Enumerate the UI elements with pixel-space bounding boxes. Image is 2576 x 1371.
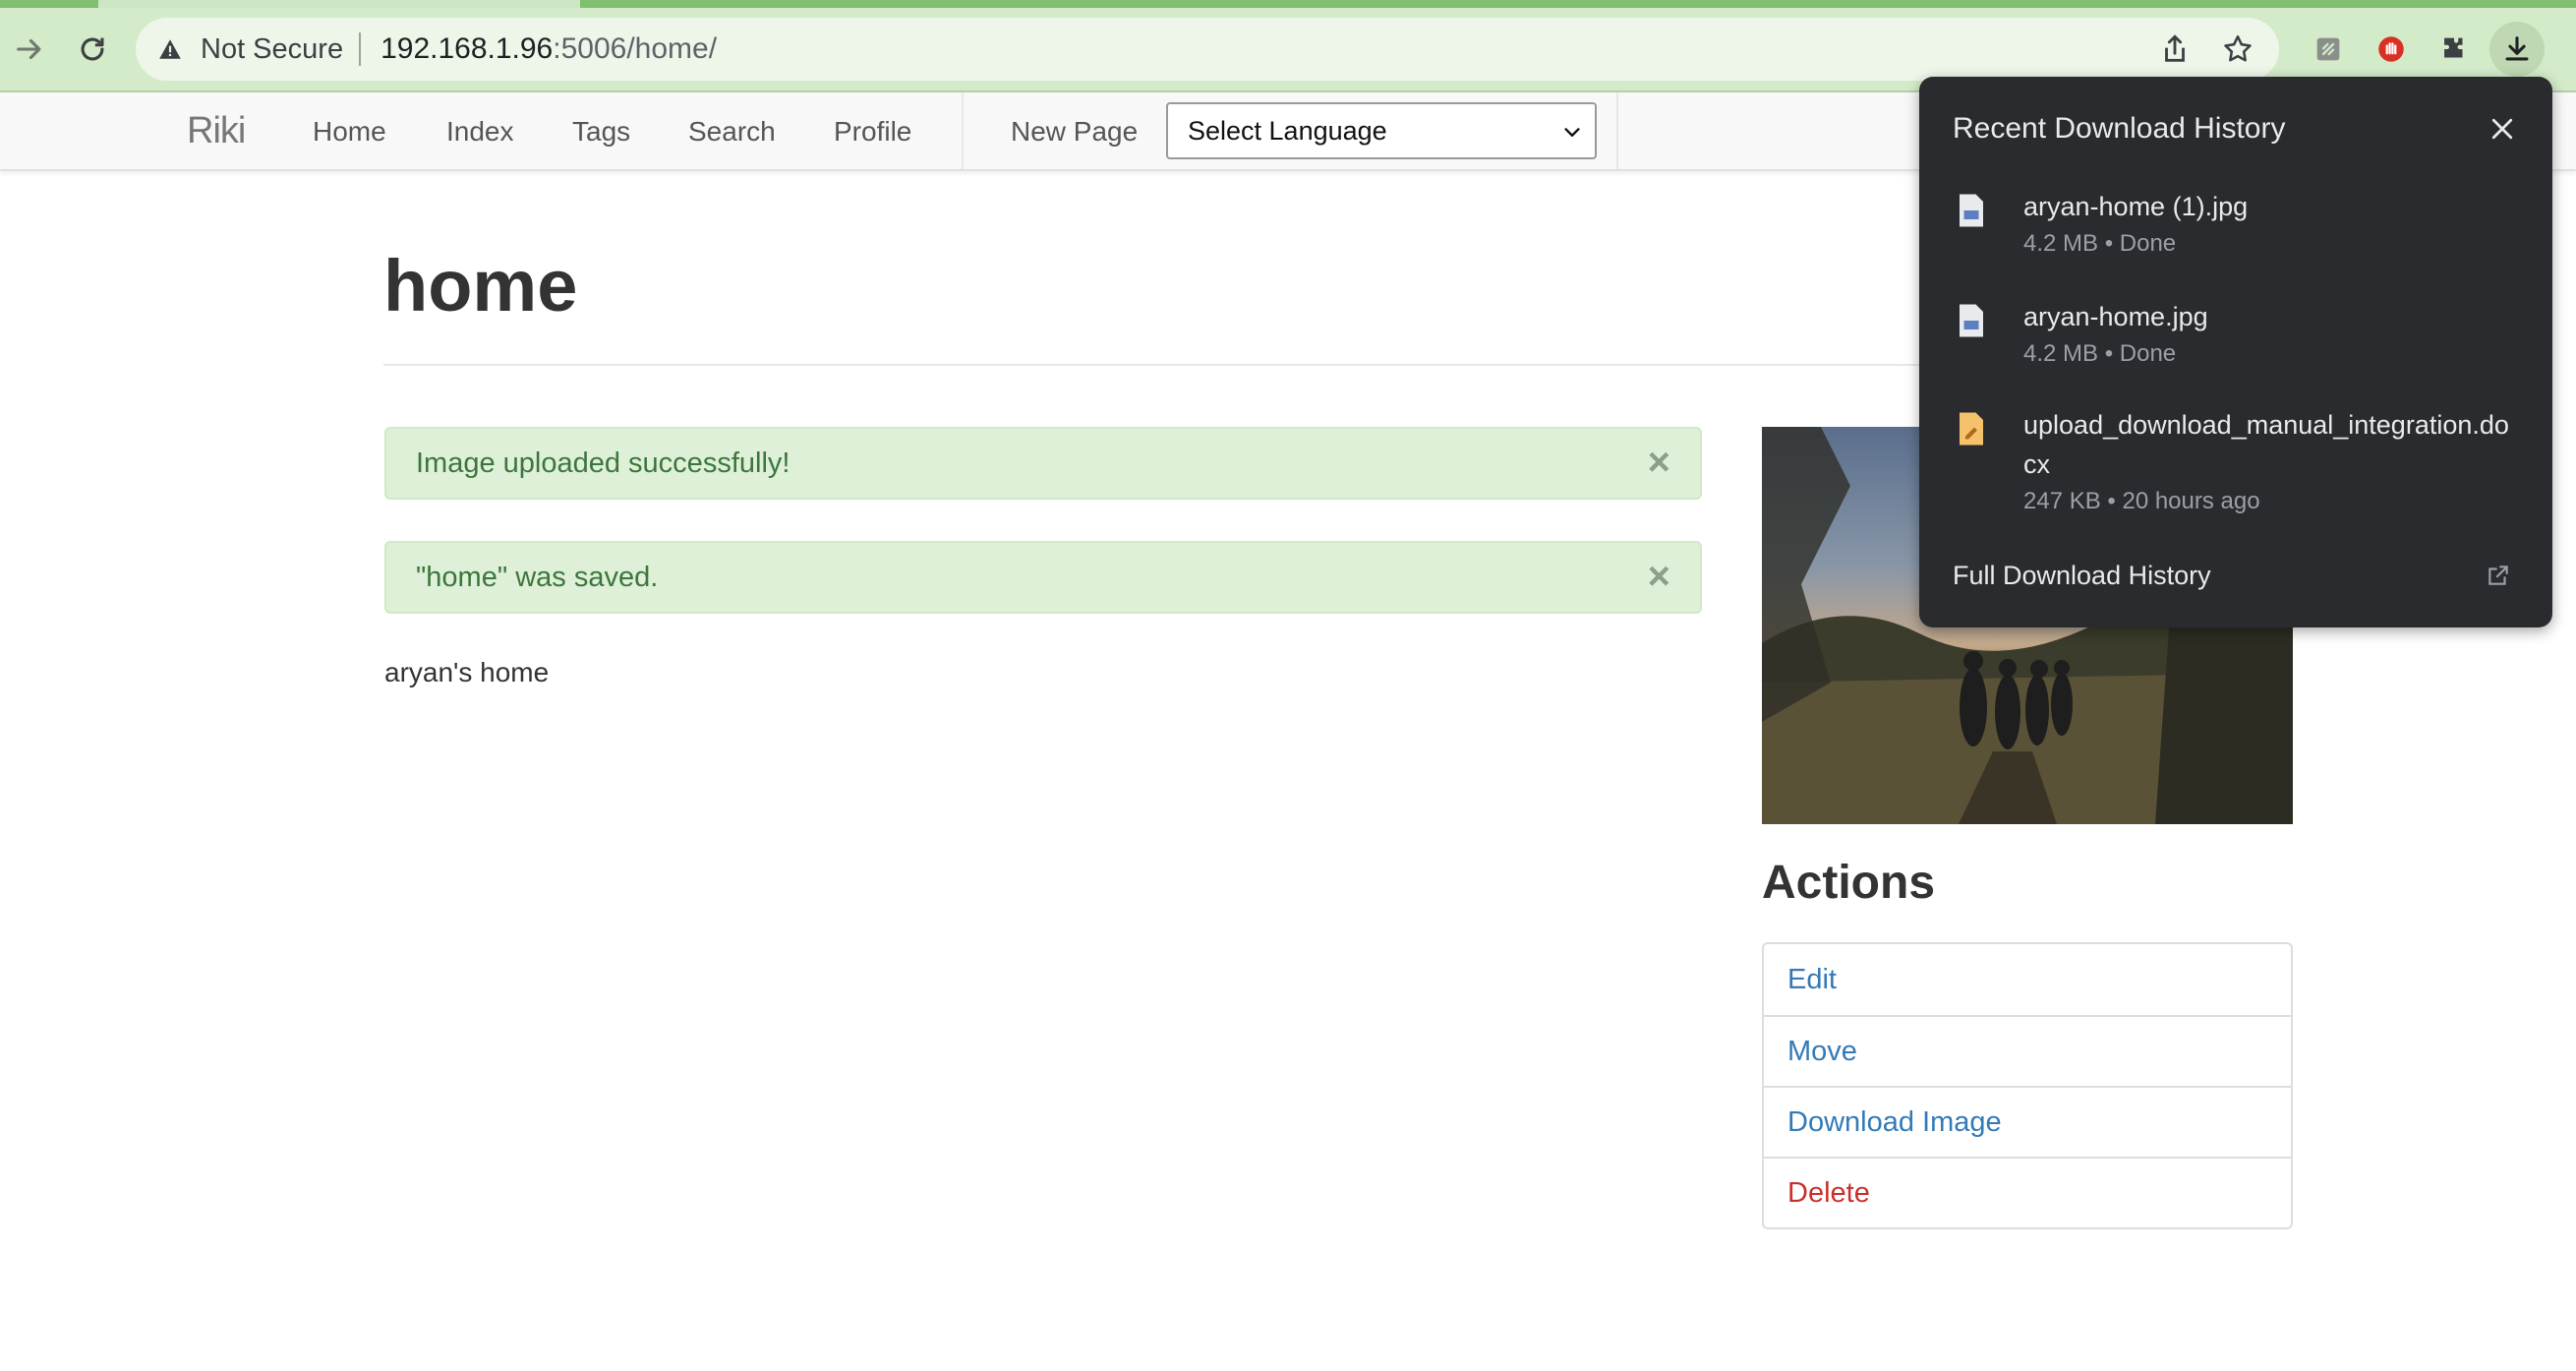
- nav-divider: [1616, 92, 1618, 169]
- url-text[interactable]: 192.168.1.96:5006/home/: [381, 32, 717, 66]
- share-icon[interactable]: [2153, 28, 2196, 71]
- nav-tags[interactable]: Tags: [572, 116, 630, 148]
- nav-search[interactable]: Search: [688, 116, 776, 148]
- omnibox-divider: [359, 32, 362, 66]
- actions-list: Edit Move Download Image Delete: [1762, 942, 2293, 1229]
- external-link-icon[interactable]: [2486, 563, 2511, 588]
- download-meta: 4.2 MB • Done: [2023, 340, 2177, 367]
- language-select[interactable]: Select Language: [1166, 102, 1597, 159]
- bookmark-star-icon[interactable]: [2216, 28, 2259, 71]
- close-icon[interactable]: ×: [1648, 443, 1670, 482]
- image-file-icon: [1960, 304, 1983, 337]
- language-select-value: Select Language: [1188, 115, 1387, 146]
- page-body-text: aryan's home: [384, 657, 550, 687]
- download-icon[interactable]: [2489, 22, 2545, 77]
- download-item[interactable]: aryan-home.jpg 4.2 MB • Done: [1953, 297, 2533, 376]
- tab-strip: [0, 0, 2576, 8]
- edit-action[interactable]: Edit: [1764, 944, 2291, 1015]
- security-label[interactable]: Not Secure: [201, 33, 343, 66]
- url-path: :5006/home/: [553, 32, 718, 65]
- full-download-history-link[interactable]: Full Download History: [1953, 561, 2211, 591]
- download-item[interactable]: aryan-home (1).jpg 4.2 MB • Done: [1953, 187, 2533, 266]
- success-alert: Image uploaded successfully! ×: [384, 427, 1702, 500]
- reload-icon[interactable]: [65, 22, 120, 77]
- image-file-icon: [1960, 194, 1983, 227]
- move-action[interactable]: Move: [1764, 1015, 2291, 1086]
- warning-icon[interactable]: [157, 34, 187, 64]
- nav-new-page[interactable]: New Page: [1011, 116, 1138, 148]
- page-title: home: [383, 245, 578, 327]
- puzzle-extensions-icon[interactable]: [2427, 22, 2482, 77]
- download-meta: 4.2 MB • Done: [2023, 230, 2177, 257]
- delete-action[interactable]: Delete: [1764, 1157, 2291, 1227]
- adblock-icon[interactable]: [2364, 22, 2419, 77]
- alert-message: Image uploaded successfully!: [416, 447, 790, 479]
- download-meta: 247 KB • 20 hours ago: [2023, 488, 2260, 514]
- alert-message: "home" was saved.: [416, 561, 659, 593]
- chevron-down-icon: [1564, 128, 1580, 137]
- document-file-icon: [1960, 412, 1983, 446]
- brand-logo[interactable]: Riki: [187, 110, 246, 152]
- success-alert: "home" was saved. ×: [384, 541, 1702, 614]
- nav-home[interactable]: Home: [313, 116, 386, 148]
- nav-profile[interactable]: Profile: [834, 116, 911, 148]
- download-popup-title: Recent Download History: [1953, 112, 2286, 145]
- download-filename: aryan-home (1).jpg: [2023, 192, 2249, 221]
- nav-index[interactable]: Index: [446, 116, 514, 148]
- download-history-popup: Recent Download History aryan-home (1).j…: [1919, 77, 2552, 627]
- download-filename: aryan-home.jpg: [2023, 302, 2208, 331]
- close-icon[interactable]: [2488, 114, 2517, 144]
- nav-divider: [962, 92, 964, 169]
- download-filename: upload_download_manual_integration.docx: [2023, 410, 2509, 479]
- actions-heading: Actions: [1762, 857, 1936, 909]
- forward-icon[interactable]: [2, 22, 57, 77]
- address-bar[interactable]: Not Secure 192.168.1.96:5006/home/: [136, 18, 2279, 81]
- close-icon[interactable]: ×: [1648, 557, 1670, 596]
- download-image-action[interactable]: Download Image: [1764, 1086, 2291, 1157]
- download-item[interactable]: upload_download_manual_integration.docx …: [1953, 405, 2533, 533]
- extension-icon[interactable]: [2301, 22, 2356, 77]
- url-host: 192.168.1.96: [381, 32, 554, 65]
